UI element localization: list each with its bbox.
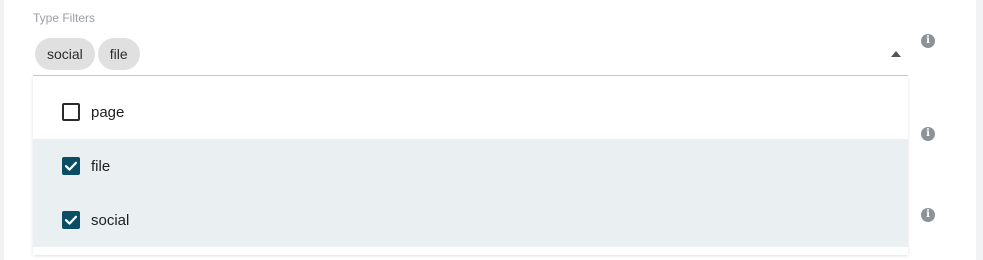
option-label: file: [91, 157, 111, 175]
chip-social[interactable]: social: [35, 38, 95, 70]
selected-chips: social file: [35, 38, 140, 70]
type-filters-label: Type Filters: [33, 11, 96, 25]
type-filters-select[interactable]: social file: [33, 34, 908, 76]
option-label: page: [91, 103, 125, 121]
info-icon[interactable]: i: [921, 208, 935, 222]
checkbox-checked[interactable]: [62, 211, 80, 229]
option-label: social: [91, 211, 130, 229]
checkbox-checked[interactable]: [62, 157, 80, 175]
caret-up-icon[interactable]: [891, 51, 901, 57]
option-page[interactable]: page: [33, 85, 908, 139]
checkmark-icon: [64, 215, 78, 225]
checkbox-unchecked[interactable]: [62, 103, 80, 121]
checkmark-icon: [64, 161, 78, 171]
type-filters-dropdown-menu: page file social: [33, 76, 908, 255]
info-icon[interactable]: i: [921, 34, 935, 48]
option-social[interactable]: social: [33, 193, 908, 247]
option-file[interactable]: file: [33, 139, 908, 193]
chip-file[interactable]: file: [97, 38, 140, 70]
info-icon[interactable]: i: [921, 127, 935, 141]
